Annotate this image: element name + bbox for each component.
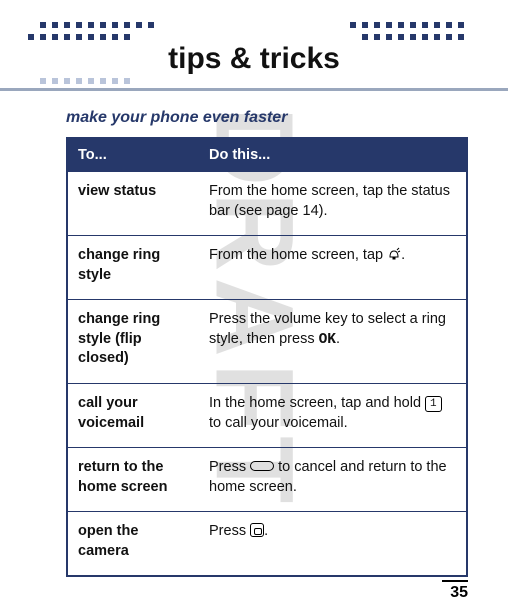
table-header-do-this: Do this...: [199, 138, 467, 172]
table-row: view status From the home screen, tap th…: [67, 172, 467, 236]
row-to: return to the home screen: [67, 448, 199, 512]
page-content: make your phone even faster To... Do thi…: [0, 95, 508, 577]
page-title: tips & tricks: [154, 42, 354, 76]
table-header-to: To...: [67, 138, 199, 172]
row-do: From the home screen, tap the status bar…: [199, 172, 467, 236]
row-do: Press to cancel and return to the home s…: [199, 448, 467, 512]
table-row: change ring style (flip closed) Press th…: [67, 300, 467, 384]
end-key-icon: [250, 461, 274, 471]
row-text: to call your voicemail.: [209, 415, 348, 431]
row-text: In the home screen, tap and hold: [209, 395, 425, 411]
tips-table: To... Do this... view status From the ho…: [66, 137, 468, 577]
header-divider: [0, 88, 508, 91]
row-do: Press the volume key to select a ring st…: [199, 300, 467, 384]
table-row: return to the home screen Press to cance…: [67, 448, 467, 512]
row-do: Press .: [199, 512, 467, 577]
table-row: change ring style From the home screen, …: [67, 236, 467, 300]
one-key-icon: 1: [425, 396, 442, 412]
row-text: .: [264, 523, 268, 539]
row-to: call your voicemail: [67, 383, 199, 447]
table-header-row: To... Do this...: [67, 138, 467, 172]
camera-key-icon: [250, 523, 264, 537]
subheading: make your phone even faster: [66, 109, 468, 127]
row-text: Press: [209, 459, 250, 475]
row-to: change ring style: [67, 236, 199, 300]
row-to: view status: [67, 172, 199, 236]
page-number: 35: [442, 580, 468, 602]
row-text: From the home screen, tap the status bar…: [209, 183, 450, 219]
ok-key-label: OK: [319, 332, 336, 348]
row-text: .: [336, 331, 340, 347]
row-do: From the home screen, tap .: [199, 236, 467, 300]
row-text: .: [401, 247, 405, 263]
row-to: open the camera: [67, 512, 199, 577]
row-do: In the home screen, tap and hold 1 to ca…: [199, 383, 467, 447]
ring-style-icon: [387, 247, 401, 268]
row-to: change ring style (flip closed): [67, 300, 199, 384]
row-text: From the home screen, tap: [209, 247, 387, 263]
table-row: call your voicemail In the home screen, …: [67, 383, 467, 447]
table-row: open the camera Press .: [67, 512, 467, 577]
page-header: tips & tricks: [0, 0, 508, 95]
row-text: Press: [209, 523, 250, 539]
